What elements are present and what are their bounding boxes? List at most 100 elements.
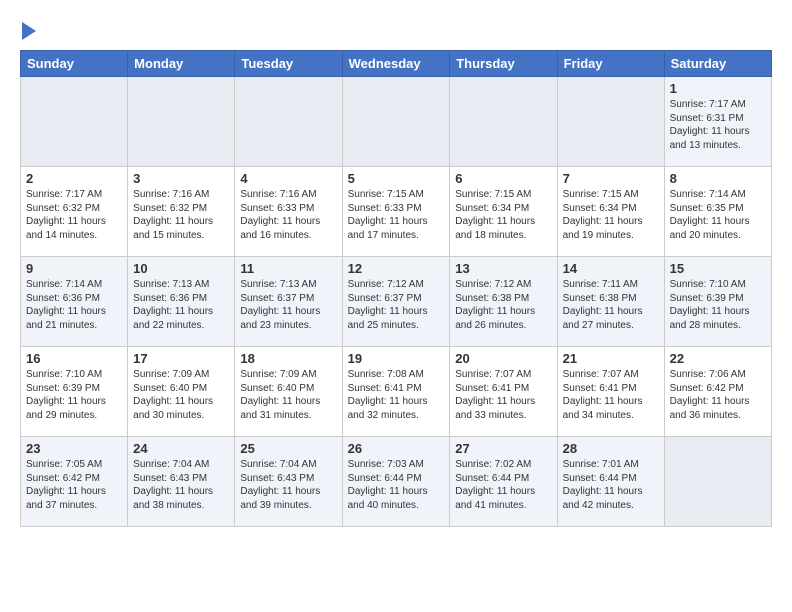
day-number: 6 — [455, 171, 551, 186]
day-number: 17 — [133, 351, 229, 366]
day-info: Sunrise: 7:06 AM Sunset: 6:42 PM Dayligh… — [670, 368, 766, 422]
day-number: 16 — [26, 351, 122, 366]
day-number: 5 — [348, 171, 445, 186]
day-info: Sunrise: 7:17 AM Sunset: 6:32 PM Dayligh… — [26, 188, 122, 242]
calendar-day-cell: 17 Sunrise: 7:09 AM Sunset: 6:40 PM Dayli… — [128, 347, 235, 437]
calendar-day-cell — [557, 77, 664, 167]
calendar-day-cell: 4 Sunrise: 7:16 AM Sunset: 6:33 PM Daylig… — [235, 167, 342, 257]
calendar-day-cell: 14 Sunrise: 7:11 AM Sunset: 6:38 PM Dayli… — [557, 257, 664, 347]
weekday-header: Tuesday — [235, 51, 342, 77]
calendar-week-row: 2Sunrise: 7:17 AM Sunset: 6:32 PM Daylig… — [21, 167, 772, 257]
day-info: Sunrise: 7:03 AM Sunset: 6:44 PM Dayligh… — [348, 458, 445, 512]
day-info: Sunrise: 7:02 AM Sunset: 6:44 PM Dayligh… — [455, 458, 551, 512]
calendar-day-cell: 6 Sunrise: 7:15 AM Sunset: 6:34 PM Daylig… — [450, 167, 557, 257]
day-number: 9 — [26, 261, 122, 276]
day-info: Sunrise: 7:14 AM Sunset: 6:35 PM Dayligh… — [670, 188, 766, 242]
logo-arrow-icon — [22, 22, 36, 40]
calendar-day-cell: 11Sunrise: 7:13 AM Sunset: 6:37 PM Dayli… — [235, 257, 342, 347]
day-info: Sunrise: 7:13 AM Sunset: 6:37 PM Dayligh… — [240, 278, 336, 332]
day-number: 12 — [348, 261, 445, 276]
calendar-week-row: 23 Sunrise: 7:05 AM Sunset: 6:42 PM Dayli… — [21, 437, 772, 527]
day-number: 15 — [670, 261, 766, 276]
day-number: 28 — [563, 441, 659, 456]
day-number: 10 — [133, 261, 229, 276]
day-info: Sunrise: 7:14 AM Sunset: 6:36 PM Dayligh… — [26, 278, 122, 332]
day-number: 21 — [563, 351, 659, 366]
day-number: 27 — [455, 441, 551, 456]
calendar-day-cell: 5 Sunrise: 7:15 AM Sunset: 6:33 PM Daylig… — [342, 167, 450, 257]
calendar-day-cell: 3 Sunrise: 7:16 AM Sunset: 6:32 PM Daylig… — [128, 167, 235, 257]
day-number: 19 — [348, 351, 445, 366]
calendar-day-cell: 13 Sunrise: 7:12 AM Sunset: 6:38 PM Dayli… — [450, 257, 557, 347]
day-number: 20 — [455, 351, 551, 366]
day-info: Sunrise: 7:12 AM Sunset: 6:38 PM Dayligh… — [455, 278, 551, 332]
calendar-day-cell — [235, 77, 342, 167]
day-info: Sunrise: 7:15 AM Sunset: 6:34 PM Dayligh… — [563, 188, 659, 242]
day-number: 8 — [670, 171, 766, 186]
calendar-day-cell: 2Sunrise: 7:17 AM Sunset: 6:32 PM Daylig… — [21, 167, 128, 257]
day-info: Sunrise: 7:17 AM Sunset: 6:31 PM Dayligh… — [670, 98, 766, 152]
day-info: Sunrise: 7:15 AM Sunset: 6:33 PM Dayligh… — [348, 188, 445, 242]
calendar-week-row: 1 Sunrise: 7:17 AM Sunset: 6:31 PM Daylig… — [21, 77, 772, 167]
day-info: Sunrise: 7:11 AM Sunset: 6:38 PM Dayligh… — [563, 278, 659, 332]
calendar-day-cell — [342, 77, 450, 167]
page-header — [20, 20, 772, 40]
calendar-day-cell: 21 Sunrise: 7:07 AM Sunset: 6:41 PM Dayli… — [557, 347, 664, 437]
weekday-header: Monday — [128, 51, 235, 77]
calendar-day-cell: 23 Sunrise: 7:05 AM Sunset: 6:42 PM Dayli… — [21, 437, 128, 527]
day-info: Sunrise: 7:13 AM Sunset: 6:36 PM Dayligh… — [133, 278, 229, 332]
calendar-day-cell: 25 Sunrise: 7:04 AM Sunset: 6:43 PM Dayli… — [235, 437, 342, 527]
day-info: Sunrise: 7:16 AM Sunset: 6:32 PM Dayligh… — [133, 188, 229, 242]
calendar-day-cell — [450, 77, 557, 167]
day-info: Sunrise: 7:09 AM Sunset: 6:40 PM Dayligh… — [240, 368, 336, 422]
day-info: Sunrise: 7:10 AM Sunset: 6:39 PM Dayligh… — [670, 278, 766, 332]
calendar-table: SundayMondayTuesdayWednesdayThursdayFrid… — [20, 50, 772, 527]
calendar-day-cell: 28Sunrise: 7:01 AM Sunset: 6:44 PM Dayli… — [557, 437, 664, 527]
calendar-day-cell: 26 Sunrise: 7:03 AM Sunset: 6:44 PM Dayli… — [342, 437, 450, 527]
calendar-day-cell: 20 Sunrise: 7:07 AM Sunset: 6:41 PM Dayli… — [450, 347, 557, 437]
calendar-day-cell: 27 Sunrise: 7:02 AM Sunset: 6:44 PM Dayli… — [450, 437, 557, 527]
calendar-day-cell: 9 Sunrise: 7:14 AM Sunset: 6:36 PM Daylig… — [21, 257, 128, 347]
day-info: Sunrise: 7:16 AM Sunset: 6:33 PM Dayligh… — [240, 188, 336, 242]
day-number: 25 — [240, 441, 336, 456]
day-number: 3 — [133, 171, 229, 186]
logo — [20, 20, 36, 40]
day-number: 26 — [348, 441, 445, 456]
day-info: Sunrise: 7:12 AM Sunset: 6:37 PM Dayligh… — [348, 278, 445, 332]
weekday-header: Saturday — [664, 51, 771, 77]
day-info: Sunrise: 7:05 AM Sunset: 6:42 PM Dayligh… — [26, 458, 122, 512]
day-number: 18 — [240, 351, 336, 366]
day-info: Sunrise: 7:04 AM Sunset: 6:43 PM Dayligh… — [240, 458, 336, 512]
day-info: Sunrise: 7:04 AM Sunset: 6:43 PM Dayligh… — [133, 458, 229, 512]
day-info: Sunrise: 7:09 AM Sunset: 6:40 PM Dayligh… — [133, 368, 229, 422]
weekday-header: Thursday — [450, 51, 557, 77]
calendar-day-cell: 8 Sunrise: 7:14 AM Sunset: 6:35 PM Daylig… — [664, 167, 771, 257]
calendar-day-cell: 15 Sunrise: 7:10 AM Sunset: 6:39 PM Dayli… — [664, 257, 771, 347]
calendar-day-cell: 19 Sunrise: 7:08 AM Sunset: 6:41 PM Dayli… — [342, 347, 450, 437]
calendar-day-cell: 10 Sunrise: 7:13 AM Sunset: 6:36 PM Dayli… — [128, 257, 235, 347]
calendar-day-cell — [664, 437, 771, 527]
day-info: Sunrise: 7:15 AM Sunset: 6:34 PM Dayligh… — [455, 188, 551, 242]
day-number: 22 — [670, 351, 766, 366]
calendar-day-cell: 7 Sunrise: 7:15 AM Sunset: 6:34 PM Daylig… — [557, 167, 664, 257]
calendar-day-cell: 1 Sunrise: 7:17 AM Sunset: 6:31 PM Daylig… — [664, 77, 771, 167]
day-number: 13 — [455, 261, 551, 276]
calendar-day-cell — [21, 77, 128, 167]
day-info: Sunrise: 7:10 AM Sunset: 6:39 PM Dayligh… — [26, 368, 122, 422]
day-number: 7 — [563, 171, 659, 186]
calendar-day-cell: 22 Sunrise: 7:06 AM Sunset: 6:42 PM Dayli… — [664, 347, 771, 437]
day-info: Sunrise: 7:07 AM Sunset: 6:41 PM Dayligh… — [455, 368, 551, 422]
day-info: Sunrise: 7:08 AM Sunset: 6:41 PM Dayligh… — [348, 368, 445, 422]
day-number: 23 — [26, 441, 122, 456]
weekday-header: Friday — [557, 51, 664, 77]
calendar-week-row: 16 Sunrise: 7:10 AM Sunset: 6:39 PM Dayli… — [21, 347, 772, 437]
calendar-week-row: 9 Sunrise: 7:14 AM Sunset: 6:36 PM Daylig… — [21, 257, 772, 347]
day-number: 4 — [240, 171, 336, 186]
day-number: 14 — [563, 261, 659, 276]
calendar-day-cell: 18 Sunrise: 7:09 AM Sunset: 6:40 PM Dayli… — [235, 347, 342, 437]
day-info: Sunrise: 7:07 AM Sunset: 6:41 PM Dayligh… — [563, 368, 659, 422]
calendar-header-row: SundayMondayTuesdayWednesdayThursdayFrid… — [21, 51, 772, 77]
day-number: 24 — [133, 441, 229, 456]
day-number: 1 — [670, 81, 766, 96]
calendar-day-cell: 24 Sunrise: 7:04 AM Sunset: 6:43 PM Dayli… — [128, 437, 235, 527]
